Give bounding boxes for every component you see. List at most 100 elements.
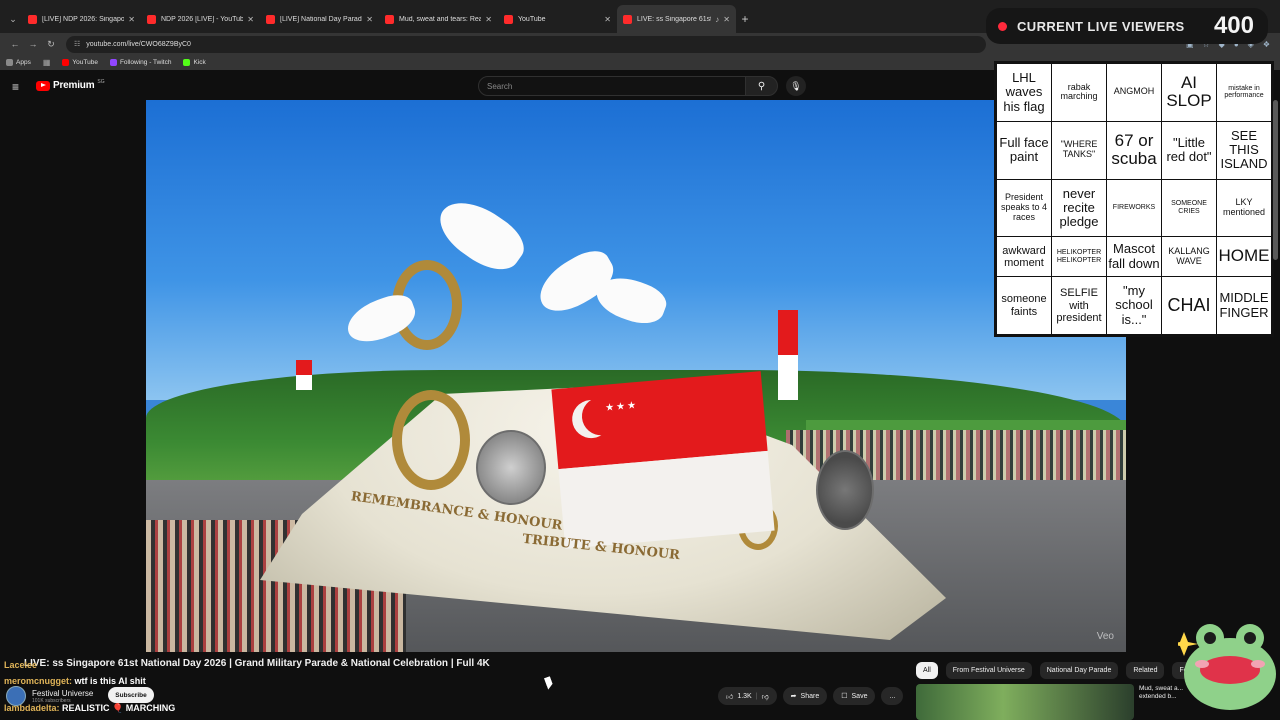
video-player[interactable]: ★★★ REMEMBRANCE & HONOUR TRIBUTE & HONOU… — [146, 100, 1126, 652]
close-tab-icon[interactable]: ✕ — [723, 15, 730, 24]
float-medal — [476, 430, 546, 505]
bingo-cell: SOMEONE CRIES — [1161, 178, 1217, 238]
youtube-play-icon — [36, 80, 50, 91]
youtube-favicon-icon — [147, 14, 156, 24]
close-tab-icon[interactable]: ✕ — [485, 15, 492, 24]
bookmark-label: Apps — [16, 59, 31, 66]
chip-national-day-parade[interactable]: National Day Parade — [1039, 662, 1119, 679]
chip-from-channel[interactable]: From Festival Universe — [945, 662, 1032, 679]
bingo-cell: SEE THIS ISLAND — [1216, 120, 1272, 180]
bingo-cell: KALLANG WAVE — [1161, 236, 1217, 278]
thumbs-up-icon: 👍︎ — [726, 693, 734, 701]
recommended-video-thumbnail[interactable] — [916, 684, 1134, 720]
bingo-card: LHL waves his flag rabak marching ANGMOH… — [994, 61, 1274, 337]
save-button[interactable]: ☐ Save — [833, 687, 876, 705]
kick-icon — [183, 59, 191, 66]
video-sky — [146, 100, 1126, 400]
menu-hamburger-icon[interactable]: ≡ — [12, 80, 19, 94]
audio-icon[interactable]: ♪ — [715, 15, 719, 24]
bingo-cell: SELFIE with president — [1051, 276, 1107, 335]
bingo-cell: never recite pledge — [1051, 178, 1107, 238]
bingo-cell: "WHERE TANKS" — [1051, 120, 1107, 180]
tab-groups-icon[interactable]: ▦ — [43, 58, 51, 67]
tab-search-icon[interactable]: ⌄ — [4, 5, 22, 33]
bingo-cell: President speaks to 4 races — [996, 178, 1052, 238]
live-viewers-count: 400 — [1213, 12, 1254, 39]
bingo-row: LHL waves his flag rabak marching ANGMOH… — [996, 63, 1272, 122]
singapore-flag-banner: ★★★ — [551, 371, 775, 549]
browser-tab[interactable]: Mud, sweat and tears: Reality cl✕ — [379, 5, 498, 33]
page-scrollbar[interactable] — [1273, 100, 1278, 260]
bingo-cell: mistake in performance — [1216, 63, 1272, 122]
site-info-icon[interactable]: ☷ — [74, 40, 80, 48]
bookmark-label: YouTube — [72, 59, 98, 66]
chip-all[interactable]: All — [916, 662, 938, 679]
chat-text: wtf is this AI shit — [74, 676, 146, 686]
channel-name[interactable]: Festival Universe — [32, 689, 93, 698]
search-button[interactable]: ⚲ — [745, 76, 778, 96]
like-count: 1.3K — [737, 692, 752, 700]
channel-avatar[interactable] — [6, 686, 26, 706]
subscribe-button[interactable]: Subscribe — [108, 687, 154, 703]
share-button[interactable]: ➦ Share — [782, 687, 828, 705]
bingo-cell: someone faints — [996, 276, 1052, 335]
reload-icon[interactable]: ↻ — [42, 39, 60, 50]
back-icon[interactable]: ← — [6, 39, 24, 49]
mouse-cursor — [544, 676, 554, 690]
live-viewers-badge: CURRENT LIVE VIEWERS 400 — [986, 8, 1268, 44]
tab-title: NDP 2026 [LIVE] - YouTube — [161, 15, 244, 23]
bookmark-kick[interactable]: Kick — [183, 59, 206, 66]
thumbs-down-icon[interactable]: 👎︎ — [762, 692, 769, 701]
bingo-cell: rabak marching — [1051, 63, 1107, 122]
bingo-cell: "Little red dot" — [1161, 120, 1217, 180]
chat-username: meromcnugget: — [4, 676, 73, 686]
browser-tab[interactable]: [LIVE] NDP 2026: Singapore ce✕ — [22, 5, 141, 33]
chip-related[interactable]: Related — [1126, 662, 1165, 679]
bingo-cell: MIDDLE FINGER — [1216, 276, 1272, 335]
bingo-cell: HOME — [1216, 236, 1272, 278]
browser-tab[interactable]: [LIVE] National Day Parade 202 ✕ — [260, 5, 379, 33]
bookmark-twitch[interactable]: Following - Twitch — [109, 59, 171, 66]
divider: | — [755, 692, 758, 700]
float-medal — [816, 450, 874, 530]
tab-title: LIVE: ss Singapore 61st — [637, 15, 712, 23]
bingo-cell: 67 or scuba — [1106, 120, 1162, 180]
logo-text: Premium — [53, 80, 95, 91]
float-wreath — [392, 390, 470, 490]
new-tab-button[interactable]: + — [736, 5, 754, 33]
extensions-puzzle-icon[interactable]: ❖ — [1263, 40, 1270, 49]
close-tab-icon[interactable]: ✕ — [604, 15, 611, 24]
bingo-cell: LHL waves his flag — [996, 63, 1052, 122]
search-icon: ⚲ — [757, 80, 766, 92]
search-input[interactable]: Search — [478, 76, 746, 96]
youtube-favicon-icon — [504, 14, 513, 24]
youtube-favicon-icon — [266, 14, 275, 24]
chat-username: Lacelee — [4, 660, 38, 670]
browser-tab-active[interactable]: LIVE: ss Singapore 61st ♪ ✕ — [617, 5, 736, 33]
bookmark-icon: ☐ — [841, 693, 848, 700]
close-tab-icon[interactable]: ✕ — [366, 15, 373, 24]
bookmark-youtube[interactable]: YouTube — [62, 59, 98, 66]
bingo-grid: LHL waves his flag rabak marching ANGMOH… — [996, 63, 1272, 335]
bingo-cell: LKY mentioned — [1216, 178, 1272, 238]
youtube-premium-logo[interactable]: Premium SG — [36, 79, 105, 91]
tab-title: [LIVE] NDP 2026: Singapore ce — [42, 15, 125, 23]
bingo-row: Full face paint "WHERE TANKS" 67 or scub… — [996, 120, 1272, 180]
close-tab-icon[interactable]: ✕ — [128, 15, 135, 24]
browser-tab[interactable]: NDP 2026 [LIVE] - YouTube ✕ — [141, 5, 260, 33]
apps-grid-icon — [6, 59, 13, 66]
browser-tab[interactable]: YouTube ✕ — [498, 5, 617, 33]
voice-search-button[interactable]: 🎙 — [786, 76, 806, 96]
share-arrow-icon: ➦ — [790, 693, 797, 700]
forward-icon[interactable]: → — [24, 39, 42, 49]
more-actions-button[interactable]: ... — [881, 687, 904, 705]
bookmark-apps[interactable]: Apps — [6, 59, 31, 66]
close-tab-icon[interactable]: ✕ — [247, 15, 254, 24]
like-button[interactable]: 👍︎ 1.3K | 👎︎ — [718, 687, 777, 705]
channel-text: Festival Universe 101K subscribers — [32, 689, 93, 704]
address-bar[interactable]: ☷ youtube.com/live/CWO68Z9ByC0 — [66, 35, 986, 53]
video-title: LIVE: ss Singapore 61st National Day 202… — [24, 658, 490, 669]
bingo-cell: Full face paint — [996, 120, 1052, 180]
youtube-favicon-icon — [623, 14, 632, 24]
youtube-favicon-icon — [28, 14, 37, 24]
